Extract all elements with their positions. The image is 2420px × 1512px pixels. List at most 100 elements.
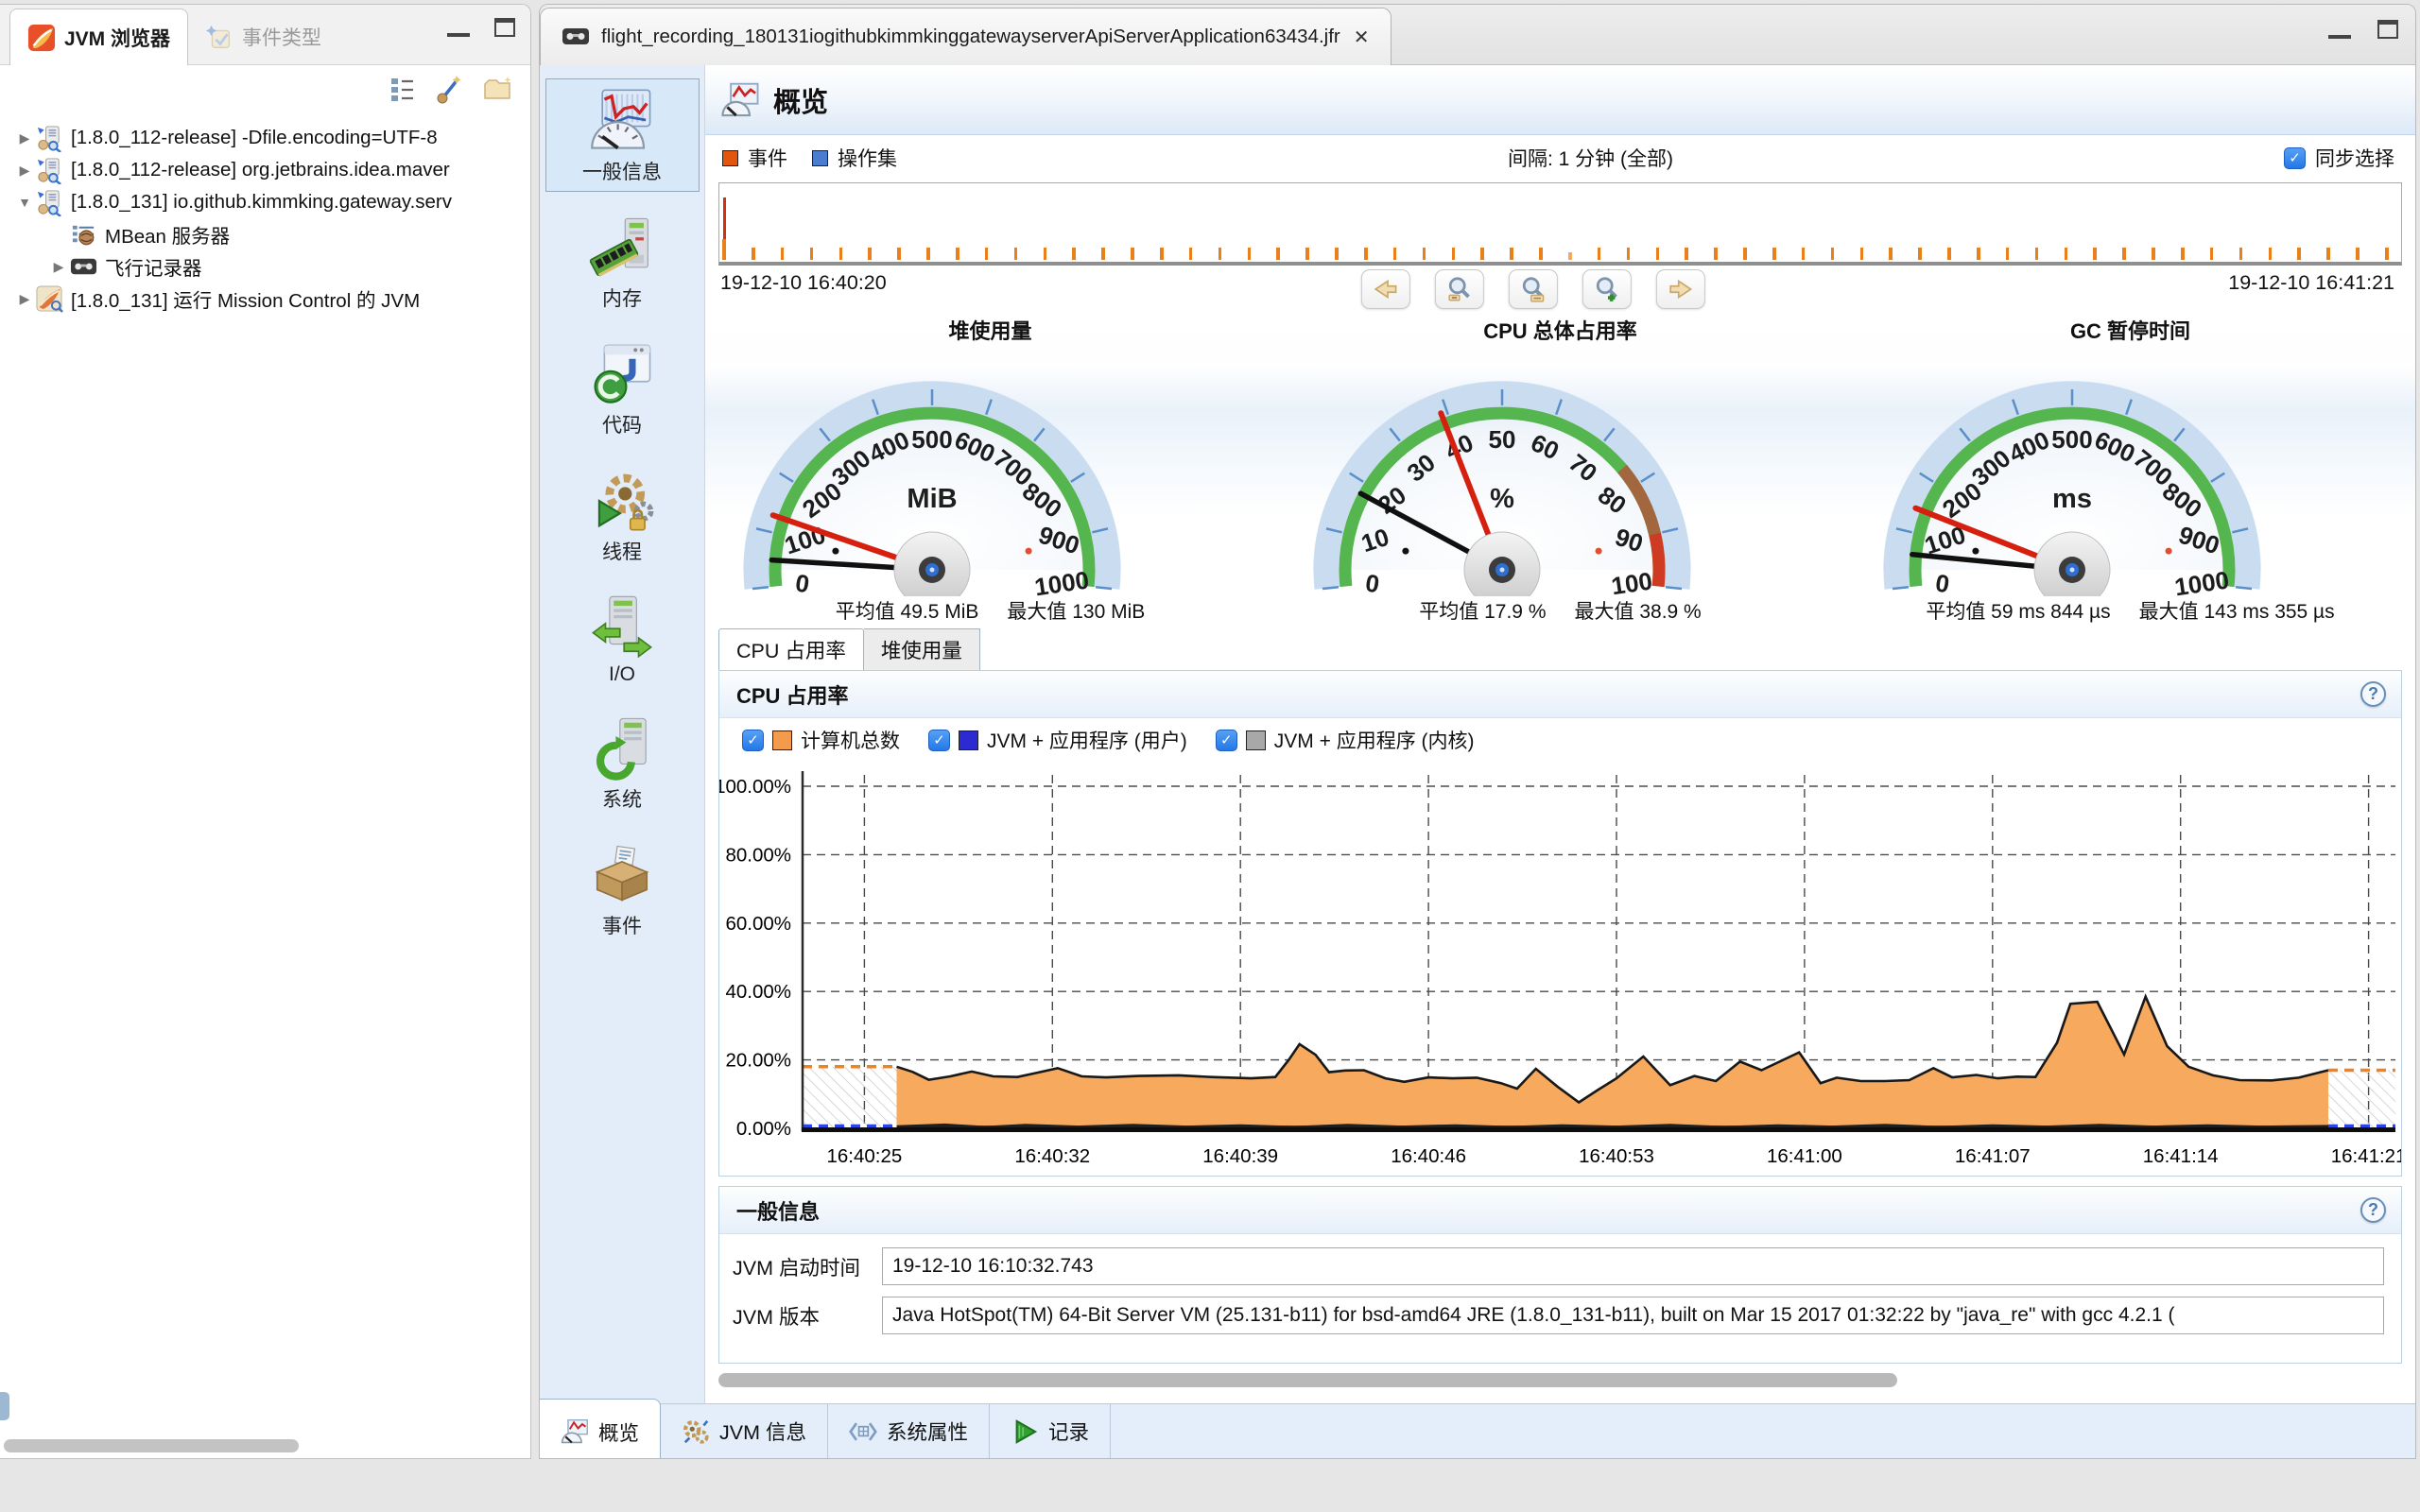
svg-text:0: 0 [1933,569,1951,596]
series-checkbox[interactable]: ✓ [1216,730,1237,751]
tree-item[interactable]: ▶[1.8.0_112-release] -Dfile.encoding=UTF… [0,122,530,154]
timeline-tick [1452,248,1456,260]
minimize-editor-icon[interactable] [2328,20,2351,39]
mission-control-window: JVM 浏览器事件类型 ▶[1.8.0_112-release] -Dfile.… [0,0,2420,1512]
sync-selection-label: 同步选择 [2315,144,2394,172]
timeline-zoom-out-button[interactable] [1434,269,1483,309]
svg-text:16:40:25: 16:40:25 [826,1145,902,1167]
timeline-strip[interactable] [718,182,2402,266]
bottom-tab-record[interactable]: 记录 [990,1404,1111,1458]
minimize-panel-icon[interactable] [447,18,470,37]
timeline-tick [868,248,872,260]
bottom-tab-overview[interactable]: 概览 [540,1399,661,1458]
timeline-tick [1743,248,1747,260]
open-folder-button[interactable] [481,73,513,105]
timeline-tick [2356,248,2360,260]
timeline-tick [1072,248,1076,260]
gauge-gc-pause: GC 暂停时间01002003004005006007008009001000m… [1845,317,2415,628]
svg-text:80.00%: 80.00% [725,844,791,866]
maximize-panel-icon[interactable] [494,18,515,37]
timeline-tick [1714,248,1718,260]
sidebar-item-events[interactable]: 事件 [545,833,700,946]
tree-item[interactable]: ▼[1.8.0_131] io.github.kimmking.gateway.… [0,186,530,218]
gauge-dial: 0102030405060708090100% [1275,345,1729,596]
info-value-field[interactable]: 19-12-10 16:10:32.743 [882,1247,2384,1285]
timeline-tick [956,248,959,260]
svg-text:0: 0 [1363,569,1381,596]
sidebar-item-code[interactable]: 代码 [545,332,700,445]
timeline-tick [2152,248,2155,260]
svg-text:20.00%: 20.00% [725,1050,791,1072]
timeline-zoom-range-button[interactable] [1508,269,1557,309]
gauge-dial: 01002003004005006007008009001000MiB [705,345,1159,596]
collapsed-arrow-icon[interactable]: ▶ [13,291,36,307]
series-swatch [772,730,792,750]
connect-wizard-icon [435,74,465,104]
bottom-tab-jvm-info[interactable]: JVM 信息 [661,1404,828,1458]
cpu-usage-chart[interactable]: 0.00%20.00%40.00%60.00%80.00%100.00%16:4… [719,762,2401,1176]
chart-tab-0[interactable]: CPU 占用率 [718,628,864,670]
bottom-tab-sysprops[interactable]: 系统属性 [828,1404,990,1458]
timeline-zoom-in-button[interactable] [1582,269,1631,309]
left-panel-hscrollbar[interactable] [4,1439,514,1452]
sidebar-item-general-info[interactable]: 一般信息 [545,78,700,192]
panel-trim [0,1392,9,1420]
opset-toggle[interactable]: 操作集 [838,144,897,172]
opset-swatch [812,150,828,166]
timeline-tick [2326,248,2330,260]
sidebar-item-memory[interactable]: 内存 [545,205,700,318]
zoom-in-icon [1592,275,1620,303]
flight-recorder-icon [70,253,97,281]
svg-text:16:41:07: 16:41:07 [1955,1145,2031,1167]
panel-tab-event-types[interactable]: 事件类型 [188,9,338,65]
timeline-tick [2297,248,2301,260]
tree-item[interactable]: ▶[1.8.0_112-release] org.jetbrains.idea.… [0,154,530,186]
sync-selection-checkbox[interactable]: ✓ [2284,147,2306,169]
tree-item[interactable]: MBean 服务器 [0,218,530,250]
timeline-back-button[interactable] [1360,269,1409,309]
cpu-section-title: CPU 占用率 [736,679,2360,710]
legend-item: ✓计算机总数 [742,726,900,754]
timeline-tick [1539,248,1543,260]
collapsed-arrow-icon[interactable]: ▶ [13,130,36,146]
svg-text:16:40:53: 16:40:53 [1579,1145,1654,1167]
content-hscrollbar[interactable] [718,1373,2402,1387]
connect-wizard-button[interactable] [434,73,466,105]
legend-item: ✓JVM + 应用程序 (用户) [928,726,1187,754]
timeline-forward-button[interactable] [1655,269,1704,309]
sidebar-item-system[interactable]: 系统 [545,706,700,819]
maximize-editor-icon[interactable] [2377,20,2398,39]
chart-tab-1[interactable]: 堆使用量 [864,628,980,670]
close-icon[interactable]: ✕ [1352,26,1372,49]
tree-item[interactable]: ▶飞行记录器 [0,250,530,283]
svg-text:MiB: MiB [907,484,957,514]
page-title: 概览 [773,80,828,120]
scrollbar-thumb[interactable] [718,1373,1897,1387]
record-icon [1011,1418,1039,1446]
collapse-tree-button[interactable] [387,73,419,105]
cpu-usage-section: CPU 占用率 ? ✓计算机总数✓JVM + 应用程序 (用户)✓JVM + 应… [718,670,2402,1177]
jvm-browser-tree: ▶[1.8.0_112-release] -Dfile.encoding=UTF… [0,109,530,315]
tree-item[interactable]: ▶[1.8.0_131] 运行 Mission Control 的 JVM [0,283,530,315]
series-checkbox[interactable]: ✓ [928,730,950,751]
gauge-cpu-usage: CPU 总体占用率0102030405060708090100%平均值 17.9… [1275,317,1845,628]
series-checkbox[interactable]: ✓ [742,730,764,751]
sidebar-item-threads[interactable]: 线程 [545,458,700,572]
overview-icon [720,80,760,120]
timeline-tick [926,248,930,260]
timeline-controls: 事件 操作集 间隔: 1 分钟 (全部) ✓ 同步选择 [705,135,2415,180]
sidebar-item-io[interactable]: I/O [545,585,700,693]
scrollbar-thumb[interactable] [4,1439,299,1452]
gauges-row: 堆使用量01002003004005006007008009001000MiB平… [705,317,2415,628]
help-icon[interactable]: ? [2360,681,2386,707]
expanded-arrow-icon[interactable]: ▼ [13,195,36,210]
info-value-field[interactable]: Java HotSpot(TM) 64-Bit Server VM (25.13… [882,1297,2384,1334]
timeline-tick [722,239,726,260]
collapsed-arrow-icon[interactable]: ▶ [47,259,70,275]
events-toggle[interactable]: 事件 [748,144,787,172]
editor-tab-flight-recording[interactable]: flight_recording_180131iogithubkimmkingg… [540,8,1392,65]
collapsed-arrow-icon[interactable]: ▶ [13,163,36,179]
range-end: 19-12-10 16:41:21 [2228,271,2394,295]
panel-tab-jvm-browser[interactable]: JVM 浏览器 [9,9,188,65]
help-icon[interactable]: ? [2360,1197,2386,1223]
